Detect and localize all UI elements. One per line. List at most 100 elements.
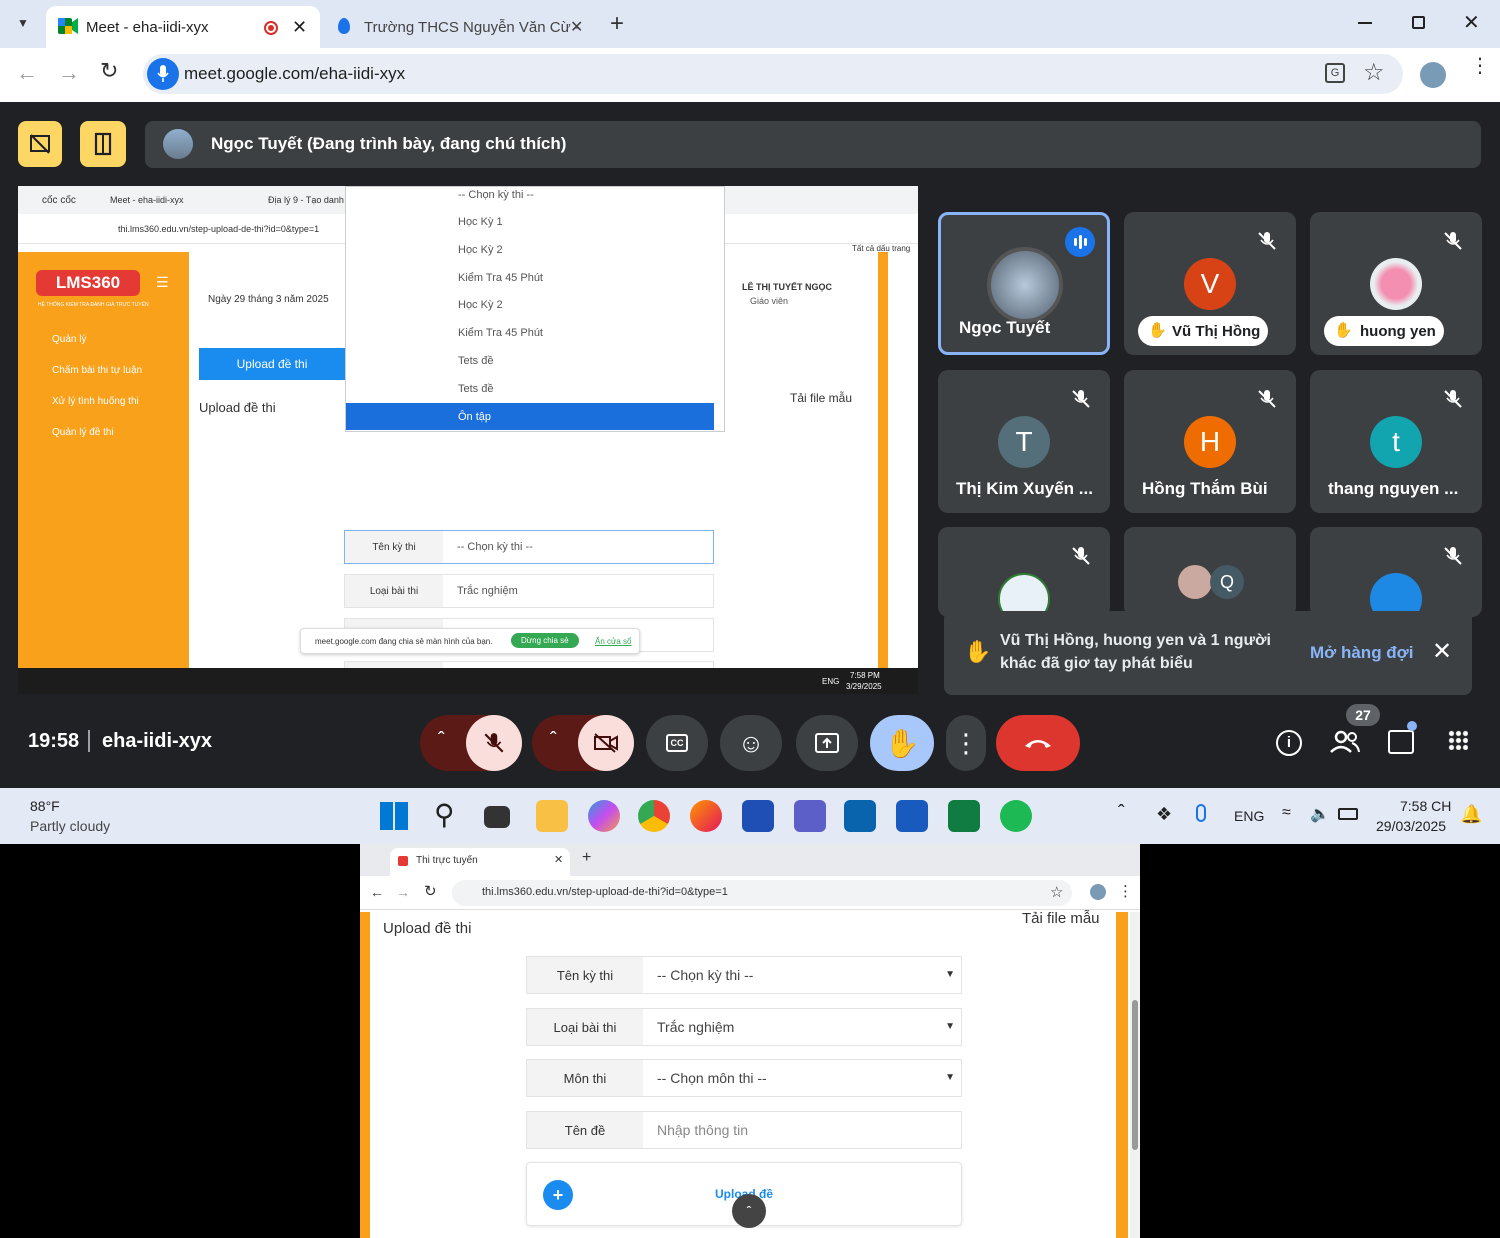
lms-menu-2[interactable]: Chấm bài thi tự luận xyxy=(36,365,142,376)
reload-icon[interactable]: ↻ xyxy=(424,882,437,900)
meeting-info-icon[interactable]: i xyxy=(1276,730,1302,756)
new-tab-icon[interactable]: + xyxy=(610,10,624,38)
chat-icon[interactable] xyxy=(1388,730,1414,754)
bw-row-subject[interactable]: Môn thi -- Chọn môn thi -- ▼ xyxy=(526,1059,962,1097)
chrome-icon[interactable] xyxy=(638,800,670,832)
mic-toggle-button[interactable] xyxy=(466,715,522,771)
dropdown-option[interactable]: Học Kỳ 2 xyxy=(346,236,714,263)
bw-row-title[interactable]: Tên đề Nhập thông tin xyxy=(526,1111,962,1149)
dropdown-option[interactable]: Học Kỳ 1 xyxy=(346,208,714,235)
tab-meet[interactable]: Meet - eha-iidi-xyx ✕ xyxy=(46,6,320,48)
tab-close-icon[interactable]: ✕ xyxy=(570,17,583,37)
dropbox-icon[interactable]: ❖ xyxy=(1156,804,1172,825)
tab-search-chevron-icon[interactable]: ▼ xyxy=(12,12,34,34)
dropdown-option[interactable]: Kiểm Tra 45 Phút xyxy=(346,264,714,291)
tray-mic-icon[interactable] xyxy=(1196,804,1206,822)
teams-icon[interactable] xyxy=(794,800,826,832)
copilot-icon[interactable] xyxy=(588,800,620,832)
back-icon[interactable]: ← xyxy=(370,884,384,900)
start-icon[interactable] xyxy=(380,802,408,830)
wifi-icon[interactable]: ≈ xyxy=(1282,804,1291,822)
translate-icon[interactable]: G xyxy=(1325,63,1345,83)
tab-close-icon[interactable]: ✕ xyxy=(554,853,563,866)
back-icon[interactable]: ← xyxy=(16,60,38,86)
participant-tile-2[interactable]: V ✋ Vũ Thị Hồng xyxy=(1124,212,1296,355)
layout-button[interactable] xyxy=(80,121,126,167)
participant-tile-3[interactable]: ✋ huong yen xyxy=(1310,212,1482,355)
tray-time[interactable]: 7:58 CH xyxy=(1400,798,1451,814)
hide-self-view-button[interactable] xyxy=(18,121,62,167)
tab-school[interactable]: Trường THCS Nguyễn Văn Cừ - ✕ xyxy=(322,6,592,48)
new-tab-icon[interactable]: + xyxy=(582,849,591,867)
bookmark-star-icon[interactable]: ☆ xyxy=(1050,883,1063,901)
scroll-up-button[interactable]: ˆ xyxy=(732,1194,766,1228)
leave-call-button[interactable] xyxy=(996,715,1080,771)
shared-row-exam[interactable]: Tên kỳ thi -- Chọn kỳ thi -- xyxy=(344,530,714,564)
tab-close-icon[interactable]: ✕ xyxy=(292,17,307,38)
menu-kebab-icon[interactable]: ⋮ xyxy=(1470,56,1490,76)
volume-icon[interactable]: 🔈 xyxy=(1310,804,1330,824)
dropdown-option[interactable]: Học Kỳ 2 xyxy=(346,291,714,318)
reactions-button[interactable]: ☺ xyxy=(720,715,782,771)
dropdown-option[interactable]: Tets đề xyxy=(346,375,714,402)
mic-icon[interactable] xyxy=(147,58,179,90)
minimize-icon[interactable] xyxy=(1358,22,1372,24)
lms-menu-4[interactable]: Quản lý đề thi xyxy=(36,427,114,438)
people-button[interactable] xyxy=(1330,730,1360,759)
dropdown-option[interactable]: Kiểm Tra 45 Phút xyxy=(346,319,714,346)
bookmark-star-icon[interactable]: ☆ xyxy=(1363,58,1385,87)
dropdown-option[interactable]: -- Chọn kỳ thi -- xyxy=(346,186,714,208)
raise-hand-button[interactable]: ✋ xyxy=(870,715,934,771)
tray-chevron-icon[interactable]: ˆ xyxy=(1118,802,1125,825)
participant-tile-9[interactable] xyxy=(1310,527,1482,617)
stop-share-button[interactable]: Dừng chia sẻ xyxy=(511,633,579,648)
lms-menu-1[interactable]: Quản lý xyxy=(36,334,86,345)
lms-menu-3[interactable]: Xử lý tình huống thi xyxy=(36,396,139,407)
participant-tile-8[interactable]: Q xyxy=(1124,527,1296,617)
excel-icon[interactable] xyxy=(948,800,980,832)
more-options-button[interactable]: ⋮ xyxy=(946,715,986,771)
shared-row-type[interactable]: Loại bài thi Trắc nghiệm xyxy=(344,574,714,608)
dropdown-option-selected[interactable]: Ôn tập xyxy=(346,403,714,430)
tray-lang[interactable]: ENG xyxy=(1234,808,1264,824)
exam-dropdown-list[interactable]: -- Chọn kỳ thi -- Học Kỳ 1 Học Kỳ 2 Kiểm… xyxy=(345,186,725,432)
spotify-icon[interactable] xyxy=(1000,800,1032,832)
profile-avatar[interactable] xyxy=(1090,884,1106,900)
camera-toggle-button[interactable] xyxy=(578,715,634,771)
save-icon[interactable] xyxy=(742,800,774,832)
participant-tile-7[interactable] xyxy=(938,527,1110,617)
bw-scrollbar[interactable] xyxy=(1130,912,1140,1238)
bw-template-link[interactable]: Tải file mẫu xyxy=(1022,910,1100,927)
outlook-icon[interactable] xyxy=(844,800,876,832)
file-explorer-icon[interactable] xyxy=(536,800,568,832)
captions-button[interactable]: CC xyxy=(646,715,708,771)
battery-icon[interactable] xyxy=(1338,808,1358,820)
profile-avatar[interactable] xyxy=(1420,62,1446,88)
hamburger-icon[interactable]: ☰ xyxy=(156,274,169,291)
forward-icon[interactable]: → xyxy=(58,60,80,86)
bw-row-type[interactable]: Loại bài thi Trắc nghiệm ▼ xyxy=(526,1008,962,1046)
forward-icon[interactable]: → xyxy=(396,884,410,900)
omnibox[interactable]: meet.google.com/eha-iidi-xyx G ☆ xyxy=(143,54,1403,94)
participant-tile-6[interactable]: t thang nguyen ... xyxy=(1310,370,1482,513)
close-window-icon[interactable]: ✕ xyxy=(1463,10,1480,35)
activities-icon[interactable] xyxy=(1448,730,1468,750)
participant-tile-4[interactable]: T Thị Kim Xuyến ... xyxy=(938,370,1110,513)
video-options-chevron-icon[interactable]: ˆ xyxy=(550,729,557,752)
search-icon[interactable]: ⚲ xyxy=(434,798,455,831)
lms-upload-button[interactable]: Upload đề thi xyxy=(199,348,345,380)
audio-options-chevron-icon[interactable]: ˆ xyxy=(438,729,445,752)
reload-icon[interactable]: ↻ xyxy=(100,58,118,84)
notification-bell-icon[interactable]: 🔔 xyxy=(1460,804,1482,825)
participant-tile-1[interactable]: Ngọc Tuyết xyxy=(938,212,1110,355)
bw-row-exam[interactable]: Tên kỳ thi -- Chọn kỳ thi -- ▼ xyxy=(526,956,962,994)
toast-close-icon[interactable]: ✕ xyxy=(1432,637,1452,666)
dropdown-option[interactable]: Tets đề xyxy=(346,347,714,374)
bw-omnibox[interactable]: thi.lms360.edu.vn/step-upload-de-thi?id=… xyxy=(452,880,1072,906)
restore-icon[interactable] xyxy=(1412,16,1425,29)
word-icon[interactable] xyxy=(896,800,928,832)
tray-date[interactable]: 29/03/2025 xyxy=(1376,818,1446,834)
bw-tab[interactable]: Thi trực tuyến ✕ xyxy=(390,848,570,876)
hide-link[interactable]: Ẩn cửa sổ xyxy=(595,637,631,646)
open-queue-button[interactable]: Mở hàng đợi xyxy=(1310,643,1414,663)
